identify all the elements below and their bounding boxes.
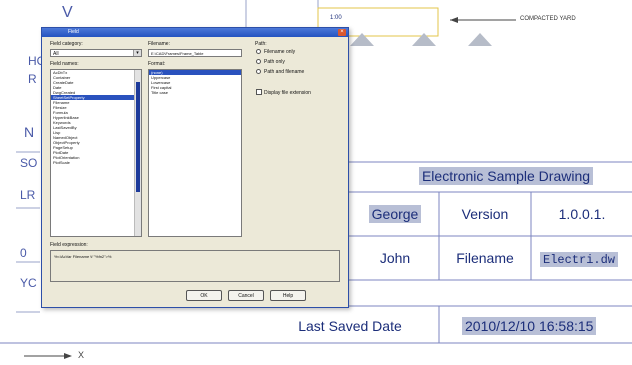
path-option-label: Path only — [264, 59, 285, 65]
compacted-yard-label: COMPACTED YARD — [520, 16, 576, 22]
path-and-filename-radio[interactable] — [256, 69, 261, 74]
filename-label: Filename: — [148, 41, 170, 47]
title-block-author-1: George — [352, 205, 438, 223]
field-names-items: AcDbTx Container CreateDate Date DwgCreated S… — [51, 70, 141, 165]
field-names-label: Field names: — [50, 61, 79, 67]
field-expression-box: %<\AcVar Filename \f "%fn2">% — [50, 250, 340, 282]
last-saved-value: 2010/12/10 16:58:15 — [462, 317, 597, 335]
filename-field-value: Electri.dw — [540, 252, 619, 267]
path-filename-only-radio[interactable] — [256, 49, 261, 54]
drawing-mark: N — [24, 124, 35, 140]
format-item[interactable]: Title case — [149, 90, 241, 95]
display-extension-checkbox[interactable] — [256, 89, 262, 95]
dialog-title: Field — [68, 29, 79, 35]
help-button[interactable]: Help — [270, 290, 306, 301]
field-names-list[interactable]: AcDbTx Container CreateDate Date DwgCreated S… — [50, 69, 142, 237]
field-category-label: Field category: — [50, 41, 83, 47]
filename-input-value: E:\CAD\Frames\Frame_Table — [151, 51, 204, 56]
frame-tag: 1:00 — [330, 15, 342, 21]
version-value: 1.0.0.1. — [558, 206, 606, 222]
path-option-label: Filename only — [264, 49, 296, 55]
title-block-header: Electronic Sample Drawing — [380, 167, 632, 185]
field-dialog: Field × Field category: All ▾ Field name… — [41, 27, 349, 308]
cancel-button[interactable]: Cancel — [228, 290, 264, 301]
last-saved-cell: 2010/12/10 16:58:15 — [462, 317, 632, 335]
author-name-text: George — [368, 205, 422, 223]
drawing-mark: V — [62, 4, 73, 21]
drawing-mark: R — [28, 72, 37, 86]
version-label: Version — [461, 206, 509, 222]
field-name-item[interactable]: PlotScale — [51, 160, 141, 165]
format-items: (none) Uppercase Lowercase First capital Tit… — [149, 70, 241, 95]
filename-field-cell: Electri.dw — [540, 250, 632, 267]
field-category-dropdown[interactable]: All ▾ — [50, 49, 142, 57]
path-option-label: Path and filename — [264, 69, 305, 75]
format-label: Format: — [148, 61, 166, 67]
field-names-scrollbar[interactable] — [134, 70, 141, 236]
drawing-mark: YC — [20, 276, 37, 290]
filename-label: Filename — [456, 250, 514, 266]
axis-label: X — [78, 350, 85, 360]
last-saved-label: Last Saved Date — [298, 318, 402, 334]
display-extension-label: Display file extension — [264, 90, 311, 96]
title-block-author-2: John — [379, 250, 411, 266]
filename-input[interactable]: E:\CAD\Frames\Frame_Table — [148, 49, 242, 57]
path-only-radio[interactable] — [256, 59, 261, 64]
field-expression-label: Field expression: — [50, 242, 88, 248]
dialog-title-bar[interactable]: Field × — [42, 28, 348, 37]
scrollbar-thumb[interactable] — [136, 82, 140, 192]
close-icon[interactable]: × — [338, 29, 346, 36]
field-expression-value: %<\AcVar Filename \f "%fn2">% — [54, 254, 112, 259]
field-category-value: All — [53, 51, 59, 57]
drawing-mark: 0 — [20, 246, 27, 260]
drawing-mark: SO — [20, 156, 38, 170]
drawing-mark: LR — [20, 188, 36, 202]
title-block-header-text: Electronic Sample Drawing — [418, 167, 594, 185]
format-list[interactable]: (none) Uppercase Lowercase First capital Tit… — [148, 69, 242, 237]
chevron-down-icon[interactable]: ▾ — [133, 50, 141, 56]
ok-button[interactable]: OK — [186, 290, 222, 301]
path-group-label: Path: — [255, 41, 267, 47]
